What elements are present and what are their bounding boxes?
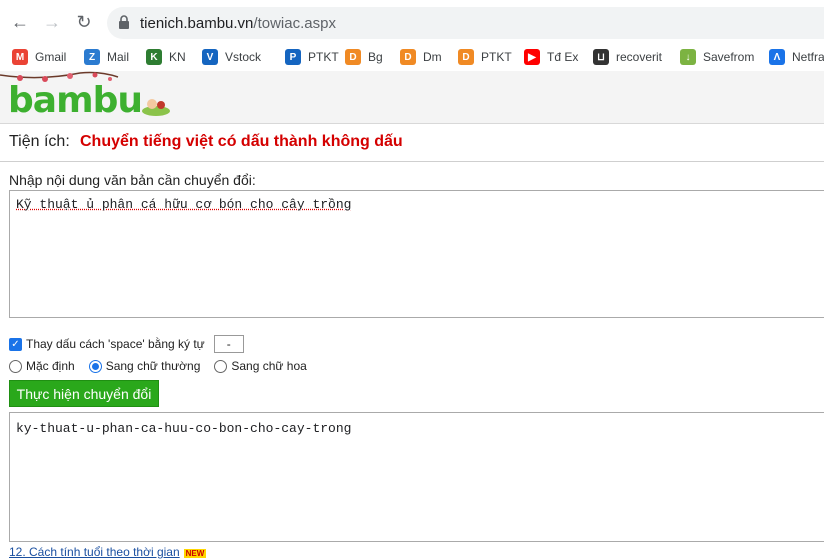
ptkt-icon: P — [285, 49, 301, 65]
d-icon: D — [345, 49, 361, 65]
url-text: tienich.bambu.vn/towiac.aspx — [140, 15, 336, 32]
radio-label: Sang chữ hoa — [231, 359, 307, 373]
site-logo[interactable]: bambu — [8, 83, 143, 119]
radio-button[interactable] — [88, 359, 102, 373]
bookmark-label: recoverit — [616, 50, 663, 64]
recoverit-icon: ⊔ — [593, 49, 609, 65]
bookmark-label: Dm — [423, 50, 442, 64]
mascot-icon — [142, 99, 170, 116]
kn-icon: K — [146, 49, 162, 65]
result-text-area[interactable]: ky-thuat-u-phan-ca-huu-co-bon-cho-cay-tr… — [9, 412, 824, 542]
mail-icon: Z — [84, 49, 100, 65]
d-icon: D — [400, 49, 416, 65]
d-icon: D — [458, 49, 474, 65]
bookmark-label: PTKT — [481, 50, 512, 64]
bookmark-item[interactable]: Z Mail — [84, 47, 129, 67]
savefrom-icon: ↓ — [680, 49, 696, 65]
radio-uppercase[interactable]: Sang chữ hoa — [214, 359, 307, 373]
input-label: Nhập nội dung văn bản cần chuyển đổi: — [9, 172, 256, 188]
bookmark-label: Gmail — [35, 50, 67, 64]
result-text: ky-thuat-u-phan-ca-huu-co-bon-cho-cay-tr… — [16, 421, 352, 436]
bookmark-label: Tđ Ex — [547, 50, 579, 64]
bookmark-item[interactable]: V Vstock — [202, 47, 261, 67]
page-title: Chuyển tiếng việt có dấu thành không dấu — [80, 133, 403, 150]
bookmark-label: Netfra — [792, 50, 824, 64]
radio-label: Mặc định — [26, 359, 75, 373]
page-content: bambu Tiện ích: Chuyển tiếng việt có dấu… — [0, 71, 824, 559]
vstock-icon: V — [202, 49, 218, 65]
bookmark-item[interactable]: D PTKT — [458, 47, 512, 67]
site-header: bambu — [0, 71, 824, 124]
title-label: Tiện ích: — [9, 133, 70, 150]
footer-link-text: 12. Cách tính tuổi theo thời gian — [9, 545, 180, 559]
radio-default[interactable]: Mặc định — [9, 359, 75, 373]
title-row: Tiện ích: Chuyển tiếng việt có dấu thành… — [0, 124, 824, 162]
back-arrow-icon[interactable]: ← — [10, 12, 30, 32]
bookmark-item[interactable]: ↓ Savefrom — [680, 47, 754, 67]
source-text-area[interactable]: Kỹ thuật ủ phân cá hữu cơ bón cho cây tr… — [9, 190, 824, 318]
case-options: Mặc định Sang chữ thường Sang chữ hoa — [9, 357, 321, 375]
bookmark-label: Vstock — [225, 50, 262, 64]
radio-label: Sang chữ thường — [105, 359, 201, 373]
reload-icon[interactable]: ↻ — [74, 12, 94, 32]
lock-icon — [119, 15, 129, 29]
radio-lowercase[interactable]: Sang chữ thường — [88, 359, 201, 373]
gmail-icon: M — [12, 49, 28, 65]
bookmark-label: Bg — [368, 50, 383, 64]
forward-arrow-icon[interactable]: → — [42, 12, 62, 32]
bookmark-item[interactable]: Λ Netfra — [769, 47, 824, 67]
bookmarks-bar: M Gmail Z Mail K KN V Vstock P PTKT D Bg D Dm D PTKT ▶ Tđ… — [0, 44, 824, 70]
address-bar[interactable]: tienich.bambu.vn/towiac.aspx — [107, 7, 824, 39]
replace-space-label: Thay dấu cách 'space' bằng ký tự — [26, 337, 205, 351]
convert-button[interactable]: Thực hiện chuyển đổi — [9, 380, 159, 407]
bookmark-item[interactable]: D Dm — [400, 47, 442, 67]
bookmark-item[interactable]: M Gmail — [12, 47, 66, 67]
bookmark-label: Savefrom — [703, 50, 755, 64]
bookmark-label: Mail — [107, 50, 130, 64]
browser-toolbar: ← → ↻ tienich.bambu.vn/towiac.aspx — [0, 0, 824, 44]
replace-space-checkbox[interactable]: ✓ — [9, 337, 22, 351]
bookmark-item[interactable]: K KN — [146, 47, 186, 67]
bookmark-item[interactable]: D Bg — [345, 47, 383, 67]
footer-link[interactable]: 12. Cách tính tuổi theo thời gian NEW — [9, 545, 207, 559]
radio-button[interactable] — [214, 359, 228, 373]
bookmark-item[interactable]: ⊔ recoverit — [593, 47, 662, 67]
bookmark-label: KN — [169, 50, 186, 64]
separator-input[interactable]: - — [213, 335, 244, 353]
radio-button[interactable] — [9, 359, 22, 373]
bookmark-item[interactable]: ▶ Tđ Ex — [524, 47, 578, 67]
netfra-icon: Λ — [769, 49, 785, 65]
bookmark-item[interactable]: P PTKT — [285, 47, 339, 67]
youtube-icon: ▶ — [524, 49, 540, 65]
replace-space-row: ✓ Thay dấu cách 'space' bằng ký tự - — [9, 335, 244, 353]
new-badge: NEW — [183, 549, 207, 558]
source-text: Kỹ thuật ủ phân cá hữu cơ bón cho cây tr… — [16, 197, 352, 212]
bookmark-label: PTKT — [308, 50, 339, 64]
